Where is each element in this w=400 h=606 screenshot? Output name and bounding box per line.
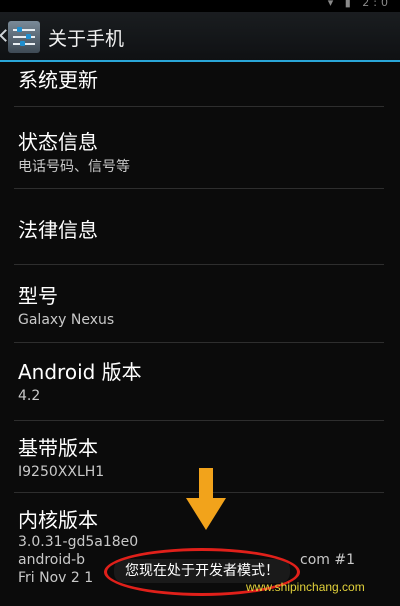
item-title: 型号 [18, 284, 58, 308]
divider [14, 106, 384, 107]
item-title: 基带版本 [18, 436, 98, 460]
settings-app-icon[interactable] [8, 21, 40, 53]
item-title: Android 版本 [18, 360, 142, 384]
divider [14, 420, 384, 421]
status-icons: ▾ ▮ 2:0 [327, 0, 392, 9]
item-subtitle: I9250XXLH1 [18, 464, 105, 480]
kernel-line-2-suffix: com #1 [300, 552, 355, 568]
down-arrow-icon [186, 468, 226, 530]
item-subtitle: Galaxy Nexus [18, 312, 115, 328]
divider [14, 342, 384, 343]
item-title: 法律信息 [18, 218, 98, 242]
list-item-android-version[interactable]: Android 版本 4.2 [0, 344, 400, 420]
up-caret-icon[interactable] [0, 29, 7, 43]
page-title: 关于手机 [48, 28, 125, 50]
list-item-status[interactable]: 状态信息 电话号码、信号等 [0, 108, 400, 188]
item-subtitle: 电话号码、信号等 [18, 159, 130, 175]
list-item-model[interactable]: 型号 Galaxy Nexus [0, 266, 400, 342]
kernel-line-3: Fri Nov 2 1 [18, 570, 94, 586]
item-subtitle: 4.2 [18, 388, 41, 404]
list-item-system-update[interactable]: 系统更新 [0, 62, 400, 104]
status-bar: ▾ ▮ 2:0 [0, 0, 400, 12]
divider [14, 188, 384, 189]
item-title: 内核版本 [18, 508, 98, 532]
item-title: 状态信息 [18, 130, 98, 154]
divider [14, 264, 384, 265]
watermark: www.shipinchang.com [246, 580, 365, 594]
list-item-legal[interactable]: 法律信息 [0, 190, 400, 264]
kernel-line-2: android-b [18, 552, 86, 568]
action-bar: 关于手机 [0, 12, 400, 62]
item-title: 系统更新 [18, 68, 98, 92]
